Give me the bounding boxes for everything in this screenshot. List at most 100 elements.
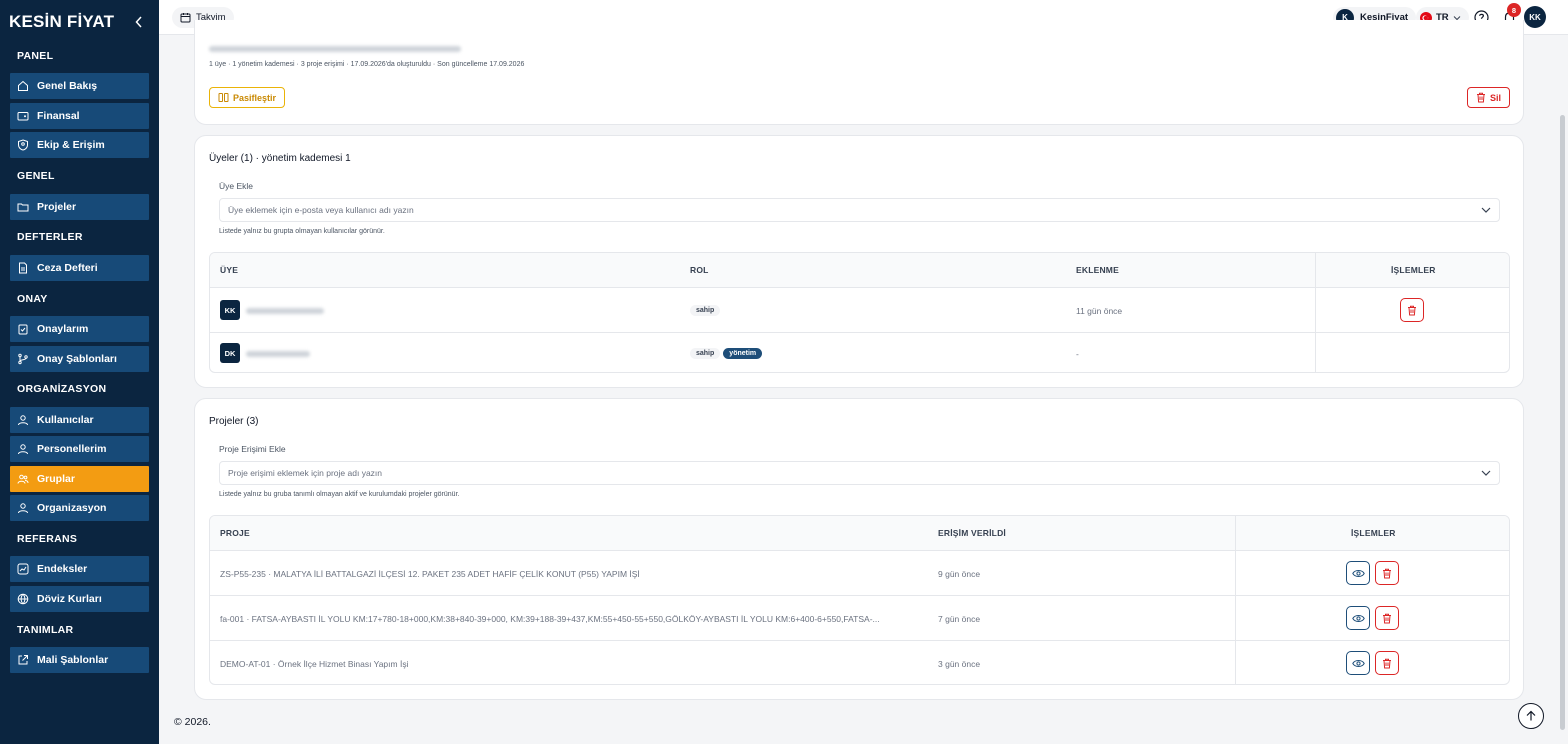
chevron-down-icon	[1481, 207, 1491, 213]
trash-icon	[1408, 305, 1416, 315]
role-badge: yönetim	[723, 348, 763, 359]
sidebar-item-ekip-erisim[interactable]: Ekip & Erişim	[10, 132, 149, 158]
sidebar-item-finansal[interactable]: Finansal	[10, 103, 149, 129]
eye-icon	[1351, 569, 1365, 577]
col-uye: ÜYE	[220, 265, 239, 275]
footer-copyright: © 2026.	[174, 716, 211, 728]
section-genel: GENEL	[17, 170, 55, 182]
table-row: KK sahip 11 gün önce	[210, 288, 1509, 333]
sidebar-item-genel-bakis[interactable]: Genel Bakış	[10, 73, 149, 99]
members-card: Üyeler (1) · yönetim kademesi 1 Üye Ekle…	[194, 135, 1524, 388]
granted-date: 3 gün önce	[938, 659, 981, 669]
sidebar-item-label: Genel Bakış	[37, 80, 98, 92]
calendar-icon	[180, 13, 191, 23]
table-row: DEMO-AT-01 · Örnek İlçe Hizmet Binası Ya…	[210, 641, 1509, 684]
col-islemler: İŞLEMLER	[1351, 528, 1396, 538]
clipboard-check-icon	[18, 324, 28, 335]
role-badge: sahip	[690, 348, 721, 359]
collapse-sidebar-icon[interactable]	[133, 16, 145, 28]
added-date: 11 gün önce	[1076, 306, 1123, 316]
view-project-button[interactable]	[1346, 561, 1370, 585]
sidebar-item-ceza-defteri[interactable]: Ceza Defteri	[10, 255, 149, 281]
granted-date: 7 gün önce	[938, 614, 981, 624]
add-member-hint: Listede yalnız bu grupta olmayan kullanı…	[219, 228, 385, 235]
sidebar-item-mali-sablonlar[interactable]: Mali Şablonlar	[10, 647, 149, 673]
chevron-down-icon	[1481, 470, 1491, 476]
sidebar-item-endeksler[interactable]: Endeksler	[10, 556, 149, 582]
sidebar-item-doviz-kurlari[interactable]: Döviz Kurları	[10, 586, 149, 612]
delete-label: Sil	[1490, 92, 1502, 103]
sidebar-item-label: Onay Şablonları	[37, 353, 117, 365]
wallet-icon	[17, 112, 29, 121]
avatar: KK	[220, 300, 240, 320]
trash-icon	[1477, 92, 1485, 103]
page-scrollbar-thumb[interactable]	[1560, 115, 1565, 730]
sidebar-header: KESİN FİYAT	[0, 0, 159, 44]
table-row: DK sahip yönetim -	[210, 333, 1509, 372]
user-icon	[18, 503, 28, 514]
remove-project-button[interactable]	[1375, 651, 1399, 675]
table-row: fa-001 · FATSA-AYBASTI İL YOLU KM:17+780…	[210, 596, 1509, 641]
users-icon	[17, 474, 29, 484]
sidebar-item-label: Kullanıcılar	[37, 414, 94, 426]
members-title: Üyeler (1) · yönetim kademesi 1	[209, 153, 351, 164]
folder-icon	[17, 203, 29, 212]
sidebar-item-kullanicilar[interactable]: Kullanıcılar	[10, 407, 149, 433]
add-project-placeholder: Proje erişimi eklemek için proje adı yaz…	[228, 468, 383, 478]
trash-icon	[1383, 658, 1391, 668]
projects-table-header	[210, 516, 1509, 551]
sidebar-item-onaylarim[interactable]: Onaylarım	[10, 316, 149, 342]
globe-icon	[17, 593, 29, 605]
user-icon	[18, 415, 28, 426]
add-project-select[interactable]: Proje erişimi eklemek için proje adı yaz…	[219, 461, 1500, 485]
section-tanimlar: TANIMLAR	[17, 624, 74, 636]
trash-icon	[1383, 613, 1391, 623]
redacted-description	[209, 46, 461, 52]
redacted-member-name	[246, 308, 324, 314]
view-project-button[interactable]	[1346, 606, 1370, 630]
sidebar-item-projeler[interactable]: Projeler	[10, 194, 149, 220]
projects-title: Projeler (3)	[209, 416, 259, 427]
arrow-up-icon	[1526, 710, 1536, 721]
role-badges: sahip	[690, 304, 723, 316]
external-edit-icon	[18, 655, 28, 665]
trash-icon	[1383, 568, 1391, 578]
document-icon	[19, 262, 27, 274]
added-date: -	[1076, 349, 1079, 359]
sidebar-item-label: Projeler	[37, 201, 77, 213]
projects-table: PROJE ERİŞİM VERİLDİ İŞLEMLER ZS-P55-235…	[209, 515, 1510, 685]
chart-icon	[17, 563, 29, 575]
add-project-hint: Listede yalnız bu gruba tanımlı olmayan …	[219, 491, 460, 498]
table-row: ZS-P55-235 · MALATYA İLİ BATTALGAZİ İLÇE…	[210, 551, 1509, 596]
sidebar-item-label: Ceza Defteri	[37, 262, 98, 274]
add-member-select[interactable]: Üye eklemek için e-posta veya kullanıcı …	[219, 198, 1500, 222]
delete-group-button[interactable]: Sil	[1467, 87, 1511, 108]
role-badge: sahip	[690, 305, 721, 316]
home-icon	[18, 80, 28, 91]
sidebar-item-label: Onaylarım	[37, 323, 89, 335]
col-islemler: İŞLEMLER	[1391, 265, 1436, 275]
shield-user-icon	[18, 139, 28, 151]
section-organizasyon: ORGANİZASYON	[17, 383, 107, 395]
eye-icon	[1351, 659, 1365, 667]
redacted-member-name	[246, 351, 310, 357]
remove-member-button[interactable]	[1400, 298, 1424, 322]
sidebar-item-organizasyon[interactable]: Organizasyon	[10, 495, 149, 521]
view-project-button[interactable]	[1346, 651, 1370, 675]
remove-project-button[interactable]	[1375, 561, 1399, 585]
user-avatar[interactable]: KK	[1524, 6, 1546, 28]
pause-icon	[218, 93, 229, 102]
deactivate-button[interactable]: Pasifleştir	[209, 87, 286, 108]
remove-project-button[interactable]	[1375, 606, 1399, 630]
col-eklenme: EKLENME	[1076, 265, 1119, 275]
sidebar-item-personellerim[interactable]: Personellerim	[10, 436, 149, 462]
col-proje: PROJE	[220, 528, 250, 538]
sidebar-item-label: Organizasyon	[37, 502, 107, 514]
section-referans: REFERANS	[17, 533, 78, 545]
scroll-to-top-button[interactable]	[1518, 703, 1544, 729]
section-panel: PANEL	[17, 50, 54, 62]
group-summary-card: 1 üye · 1 yönetim kademesi · 3 proje eri…	[194, 20, 1524, 125]
section-onay: ONAY	[17, 293, 48, 305]
sidebar-item-gruplar[interactable]: Gruplar	[10, 466, 149, 492]
sidebar-item-onay-sablonlari[interactable]: Onay Şablonları	[10, 346, 149, 372]
